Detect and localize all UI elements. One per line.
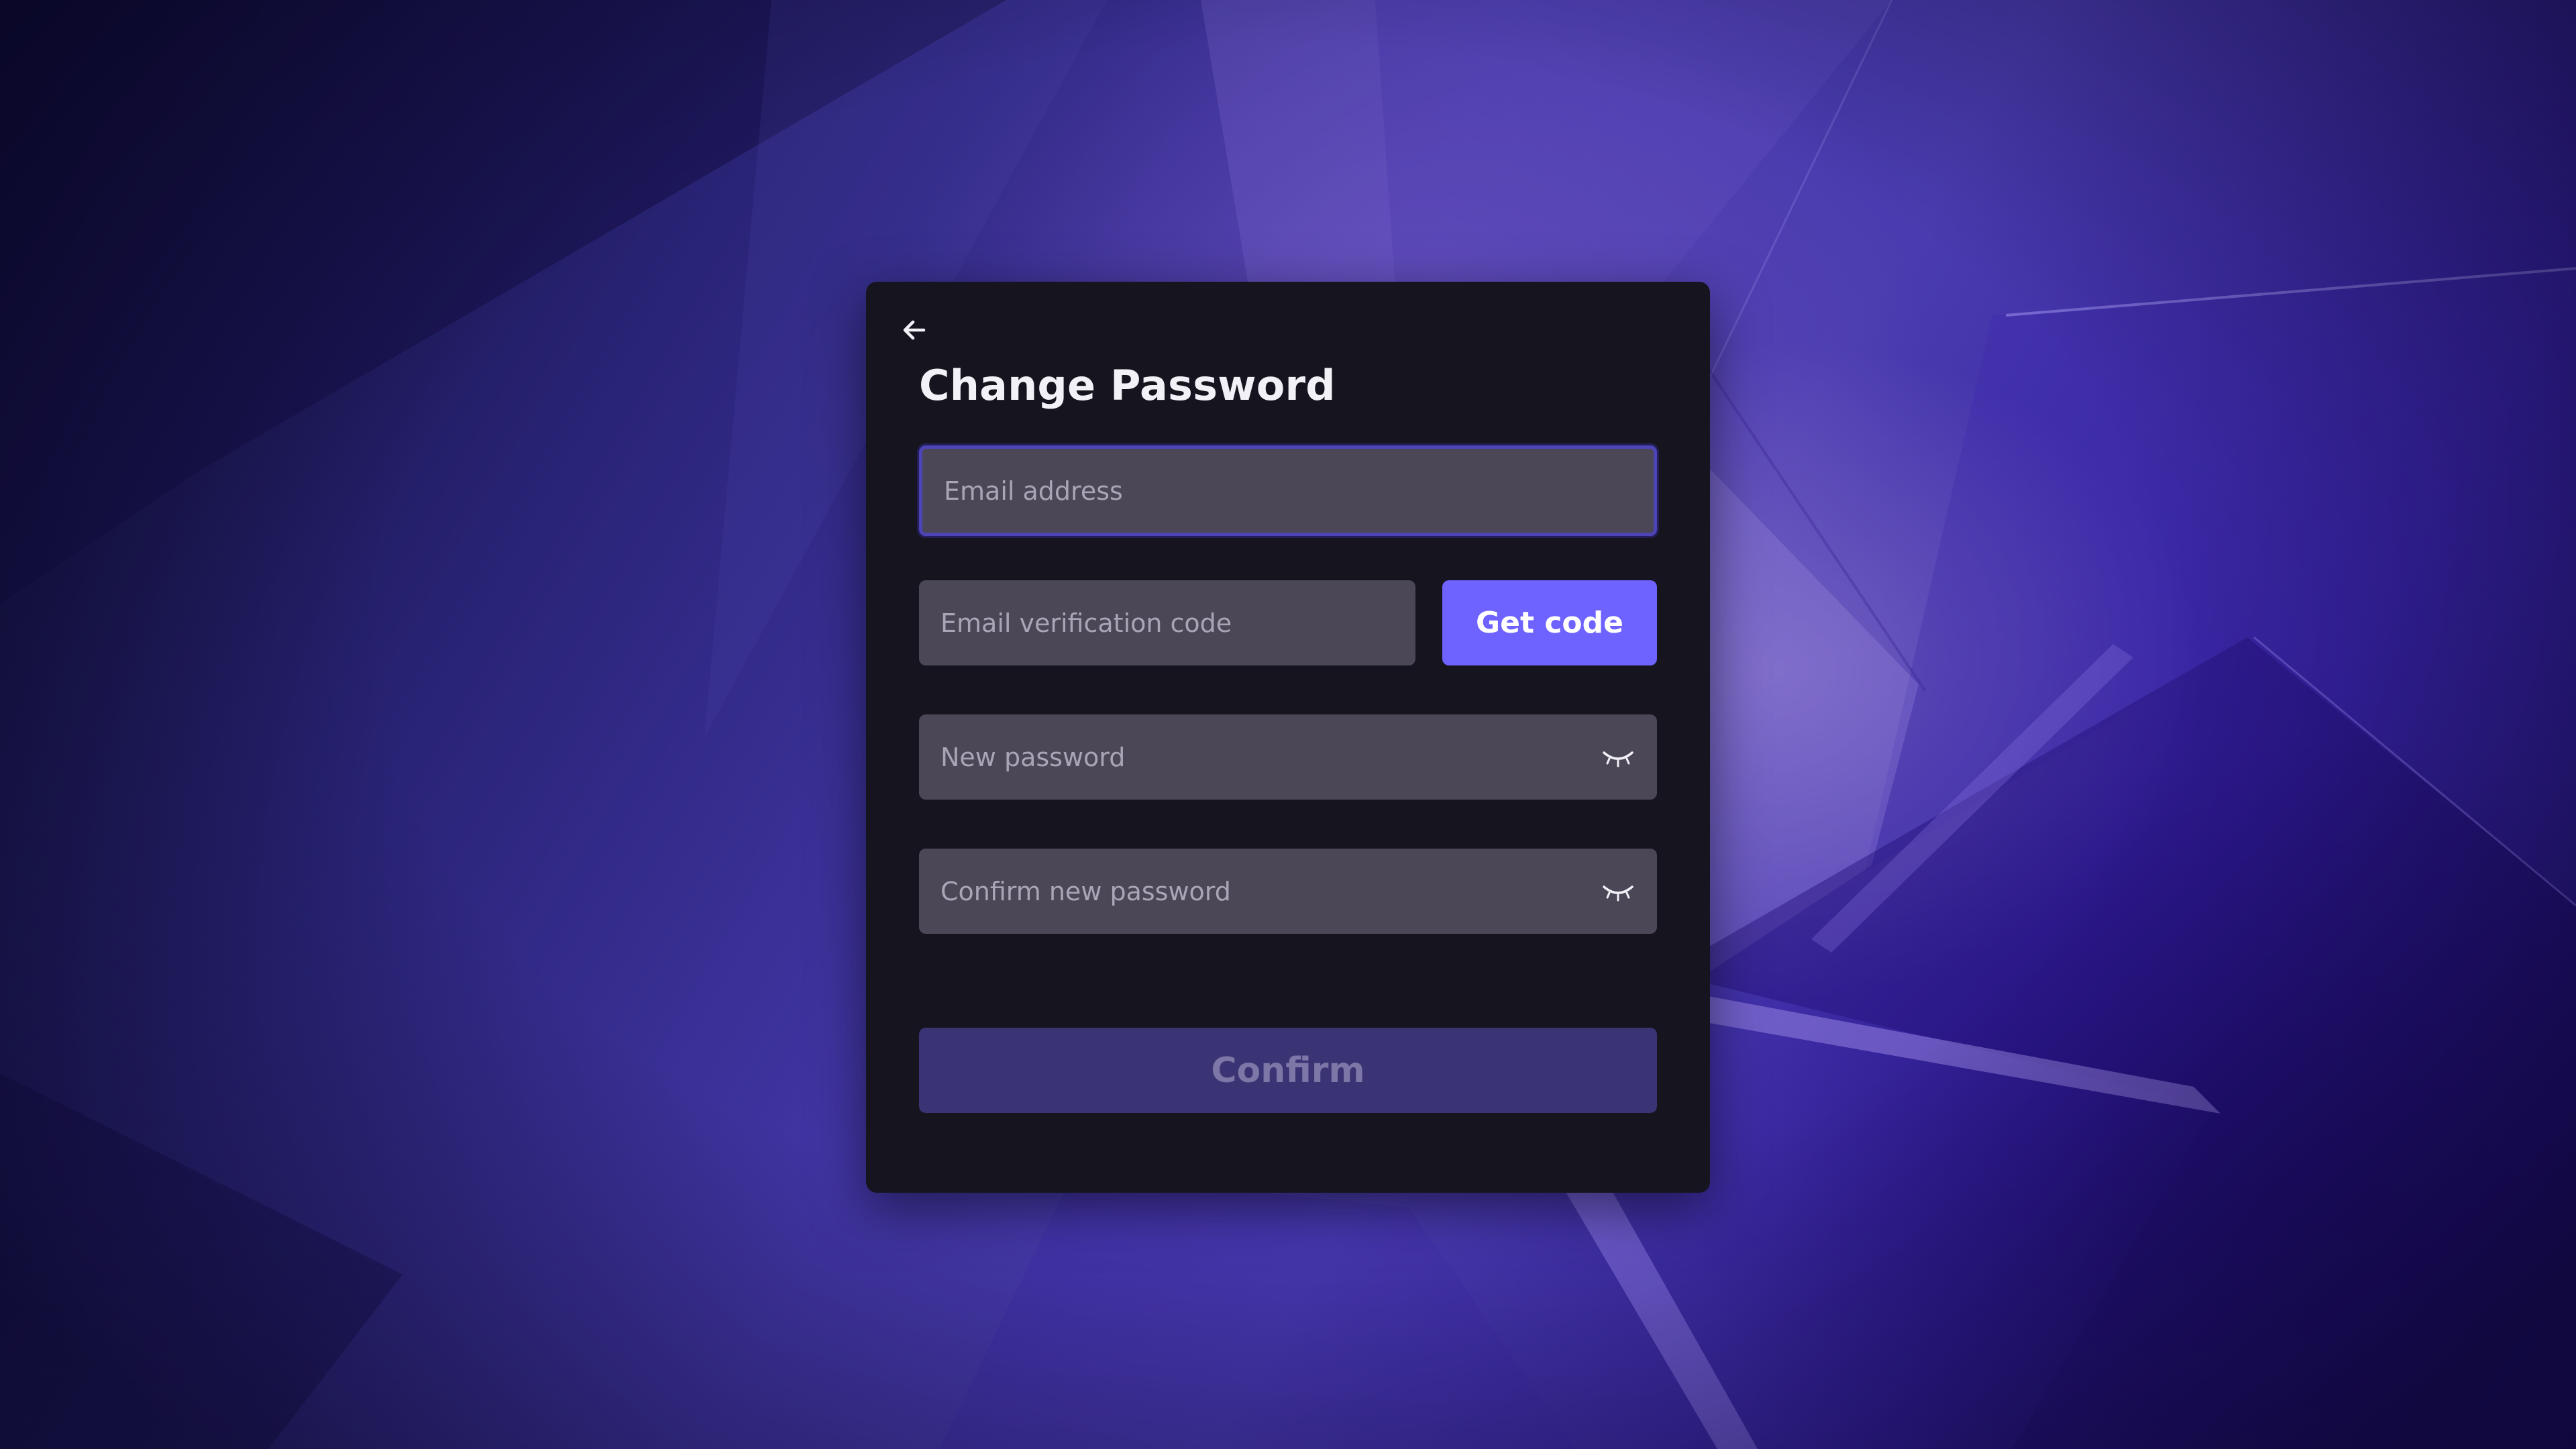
email-field[interactable] (919, 445, 1657, 536)
confirm-button[interactable]: Confirm (919, 1028, 1657, 1113)
new-password-field[interactable] (919, 714, 1657, 800)
change-password-dialog: Change Password Get code C (866, 282, 1710, 1193)
dialog-title: Change Password (919, 361, 1336, 410)
eye-closed-icon (1603, 751, 1633, 767)
get-code-button[interactable]: Get code (1442, 580, 1657, 665)
arrow-left-icon (903, 320, 926, 340)
new-password-visibility-toggle[interactable] (1599, 744, 1637, 771)
new-password-input[interactable] (919, 714, 1657, 800)
email-input[interactable] (922, 449, 1654, 533)
eye-closed-icon (1603, 885, 1633, 901)
verification-code-field[interactable] (919, 580, 1415, 665)
verification-code-input[interactable] (919, 580, 1415, 665)
confirm-password-field[interactable] (919, 849, 1657, 934)
confirm-password-visibility-toggle[interactable] (1599, 878, 1637, 905)
confirm-password-input[interactable] (919, 849, 1657, 934)
back-button[interactable] (893, 309, 936, 352)
